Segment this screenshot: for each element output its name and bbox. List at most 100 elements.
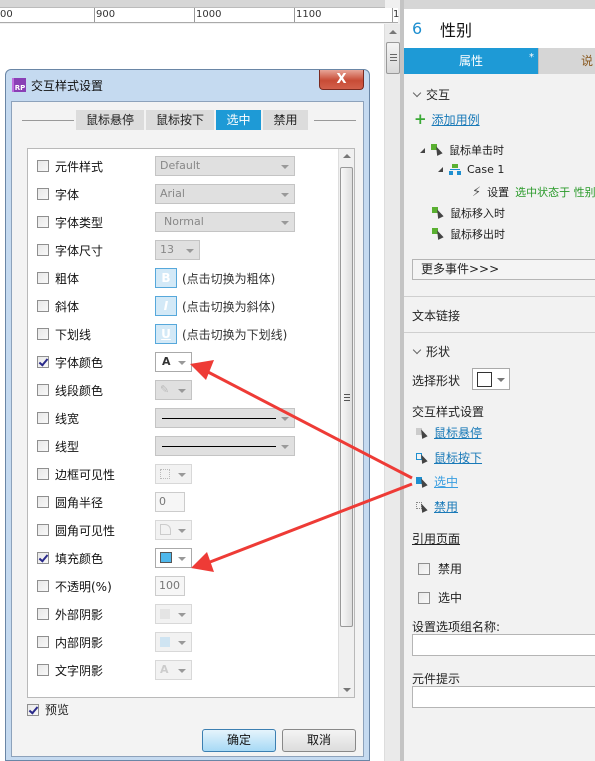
ok-button[interactable]: 确定 [202,729,276,752]
disabled-checkbox[interactable] [418,562,430,575]
corner-radius-input[interactable]: 0 [155,492,185,512]
font-dropdown[interactable]: Arial [155,184,295,204]
corner-visibility-checkbox[interactable] [37,524,49,536]
line-color-checkbox[interactable] [37,384,49,396]
state-tabs: 鼠标悬停 鼠标按下 选中 禁用 [76,110,310,130]
rectangle-shape-icon [477,372,492,387]
select-shape-dropdown[interactable] [472,368,510,390]
widget-style-checkbox[interactable] [37,160,49,172]
opacity-checkbox[interactable] [37,580,49,592]
font-size-dropdown[interactable]: 13 [155,240,200,260]
inner-shadow-checkbox[interactable] [37,636,49,648]
line-style-checkbox[interactable] [37,440,49,452]
corner-visibility-dropdown[interactable] [155,520,192,540]
style-link-hover[interactable]: 鼠标悬停 [416,424,482,441]
chevron-down-icon [281,165,289,169]
scroll-up-icon[interactable] [343,154,351,158]
widget-style-dropdown[interactable]: Default [155,156,295,176]
style-link-selected[interactable]: 选中 [416,473,458,490]
chevron-down-icon [281,193,289,197]
scroll-down-icon[interactable] [343,688,351,692]
more-events-dropdown[interactable]: 更多事件>>> [412,259,595,280]
chevron-down-icon [178,473,186,477]
add-case-link[interactable]: + 添加用例 [414,110,480,128]
border-visibility-checkbox[interactable] [37,468,49,480]
font-color-picker[interactable]: A [155,352,192,372]
style-link-mouse-down[interactable]: 鼠标按下 [416,449,482,466]
bold-toggle-button[interactable]: B [155,268,177,288]
disabled-style-icon [416,501,428,513]
border-visibility-dropdown[interactable] [155,464,192,484]
cancel-button[interactable]: 取消 [282,729,356,752]
scroll-thumb[interactable] [386,42,400,74]
row-inner-shadow: 内部阴影 [28,628,338,656]
event-row-mouse-leave[interactable]: 鼠标移出时 [432,226,505,242]
chevron-down-icon [412,88,422,98]
text-shadow-dropdown[interactable]: A [155,660,192,680]
outer-shadow-dropdown[interactable] [155,604,192,624]
tooltip-label: 元件提示 [412,672,461,686]
inner-shadow-icon [160,637,170,647]
font-size-checkbox[interactable] [37,244,49,256]
selected-option[interactable]: 选中 [418,589,462,606]
chevron-down-icon [178,361,186,365]
opacity-input[interactable]: 100 [155,576,185,596]
selected-checkbox[interactable] [418,591,430,604]
preview-option[interactable]: 预览 [27,701,69,718]
tab-mouse-hover[interactable]: 鼠标悬停 [76,110,144,130]
text-link-label[interactable]: 文本链接 [412,307,460,324]
select-shape-label: 选择形状 [412,374,461,388]
style-link-disabled[interactable]: 禁用 [416,498,458,515]
row-label: 字体类型 [55,215,104,230]
line-width-checkbox[interactable] [37,412,49,424]
font-checkbox[interactable] [37,188,49,200]
font-type-dropdown[interactable]: Normal [155,212,295,232]
case-row[interactable]: Case 1 [438,163,504,176]
line-color-picker[interactable]: ✎ [155,380,192,400]
tab-disabled[interactable]: 禁用 [263,110,308,130]
row-label: 不透明(%) [55,579,112,594]
interaction-styles-label: 交互样式设置 [412,405,485,419]
underline-checkbox[interactable] [37,328,49,340]
tab-mouse-down[interactable]: 鼠标按下 [146,110,214,130]
line-width-dropdown[interactable] [155,408,295,428]
shadow-icon [160,609,170,619]
option-group-input[interactable] [412,634,595,656]
fill-color-picker[interactable] [155,548,192,568]
italic-checkbox[interactable] [37,300,49,312]
italic-toggle-button[interactable]: I [155,296,177,316]
tab-notes[interactable]: 说 [538,48,595,74]
event-row-mouse-enter[interactable]: 鼠标移入时 [432,205,505,221]
interaction-section-header[interactable]: 交互 [412,86,450,103]
line-style-dropdown[interactable] [155,436,295,456]
tooltip-input[interactable] [412,686,595,708]
text-shadow-checkbox[interactable] [37,664,49,676]
fill-color-checkbox[interactable] [37,552,49,564]
list-vertical-scrollbar[interactable] [338,149,354,697]
action-row[interactable]: ⚡ 设置 选中状态于 性别 [472,184,595,200]
disabled-option[interactable]: 禁用 [418,560,462,577]
scroll-up-icon[interactable] [389,30,397,34]
corner-radius-checkbox[interactable] [37,496,49,508]
inner-shadow-dropdown[interactable] [155,632,192,652]
scroll-thumb[interactable] [340,167,353,627]
tab-properties[interactable]: 属性 * [404,48,538,74]
shape-section-header[interactable]: 形状 [412,343,450,360]
font-color-checkbox[interactable] [37,356,49,368]
ruler-label: 1 [393,9,400,20]
close-button[interactable]: X [319,70,364,90]
tab-selected[interactable]: 选中 [216,110,261,130]
underline-toggle-button[interactable]: U [155,324,177,344]
italic-hint: (点击切换为斜体) [182,300,276,314]
row-widget-style: 元件样式 Default [28,152,338,180]
preview-checkbox[interactable] [27,703,39,716]
canvas-vertical-scrollbar[interactable] [384,24,400,761]
event-row-click[interactable]: 鼠标单击时 [420,142,504,158]
lightning-icon: ⚡ [472,184,482,200]
outer-shadow-checkbox[interactable] [37,608,49,620]
divider [314,120,356,121]
reference-page-link[interactable]: 引用页面 [412,530,460,547]
font-type-checkbox[interactable] [37,216,49,228]
widget-name[interactable]: 性别 [440,17,472,41]
bold-checkbox[interactable] [37,272,49,284]
